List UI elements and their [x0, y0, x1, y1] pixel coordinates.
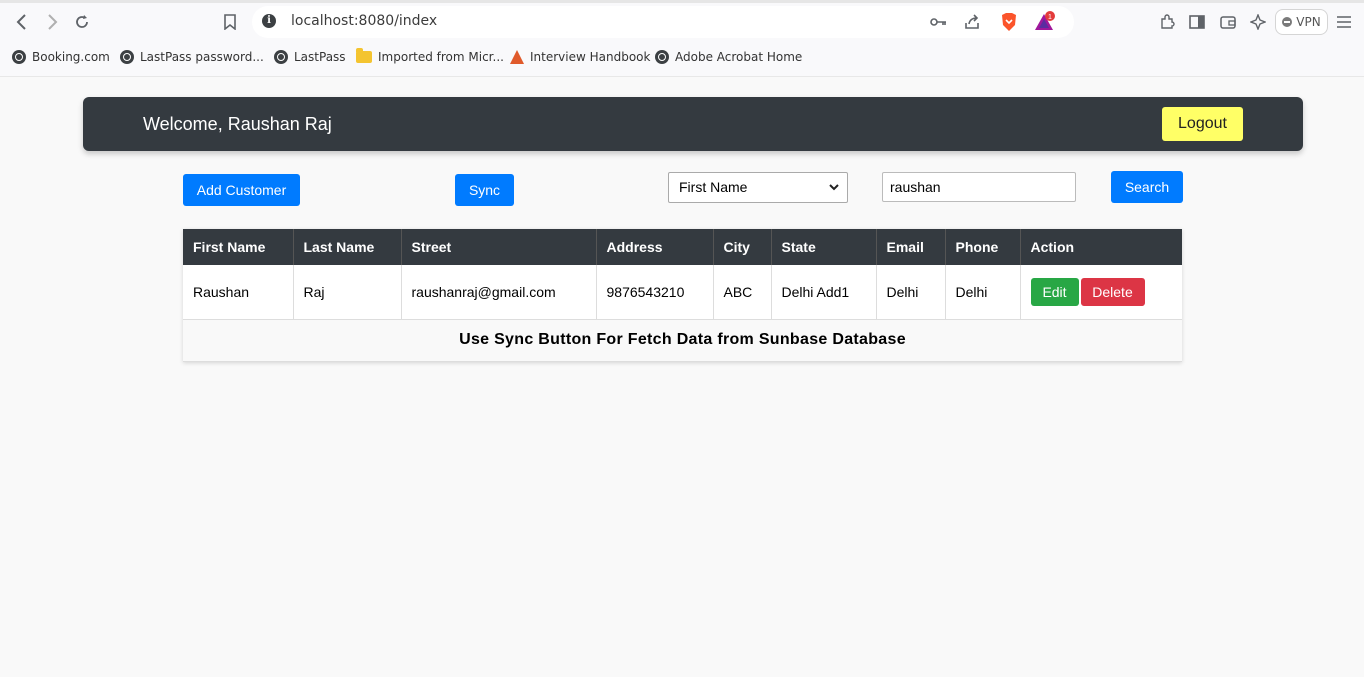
bookmark-label: Adobe Acrobat Home	[675, 50, 803, 64]
search-button[interactable]: Search	[1111, 171, 1183, 203]
back-icon[interactable]	[12, 12, 32, 32]
bookmark-label: Interview Handbook	[530, 50, 651, 64]
table-row: Raushan Raj raushanraj@gmail.com 9876543…	[183, 265, 1182, 320]
notification-count: 1	[1048, 14, 1052, 21]
bookmark-imported-folder[interactable]: Imported from Micr...	[356, 48, 504, 64]
wallet-icon[interactable]	[1218, 12, 1238, 32]
vpn-button[interactable]: VPN	[1275, 9, 1328, 35]
handbook-icon	[510, 50, 524, 64]
folder-icon	[356, 48, 372, 63]
sync-hint: Use Sync Button For Fetch Data from Sunb…	[183, 319, 1182, 362]
table-cell: Raushan	[183, 265, 294, 320]
table-cell: raushanraj@gmail.com	[401, 265, 597, 320]
table-cell: 9876543210	[596, 265, 714, 320]
edit-button[interactable]: Edit	[1030, 277, 1079, 306]
chevron-down-icon	[829, 173, 839, 202]
delete-button[interactable]: Delete	[1080, 277, 1145, 306]
site-info-icon[interactable]: i	[262, 14, 276, 28]
forward-icon[interactable]	[42, 12, 62, 32]
column-header: Last Name	[293, 229, 402, 265]
menu-icon[interactable]	[1334, 12, 1354, 32]
logout-button[interactable]: Logout	[1162, 107, 1243, 141]
globe-icon	[12, 50, 26, 64]
vpn-icon	[1282, 17, 1293, 27]
sidebar-icon[interactable]	[1187, 12, 1207, 32]
bookmark-lastpass-password[interactable]: LastPass password...	[120, 50, 264, 64]
column-header: Action	[1020, 229, 1182, 265]
share-icon[interactable]	[962, 12, 982, 32]
reload-icon[interactable]	[72, 12, 92, 32]
bookmark-label: LastPass	[294, 50, 346, 64]
bookmark-booking[interactable]: Booking.com	[12, 50, 110, 64]
bookmark-label: Booking.com	[32, 50, 110, 64]
key-icon[interactable]	[929, 12, 949, 32]
globe-icon	[120, 50, 134, 64]
extensions-icon[interactable]	[1157, 12, 1177, 32]
table-footer-row: Use Sync Button For Fetch Data from Sunb…	[183, 319, 1182, 362]
search-input[interactable]	[882, 172, 1076, 202]
search-field-selected: First Name	[679, 179, 748, 195]
table-cell: Raj	[293, 265, 402, 320]
brave-shield-icon[interactable]	[998, 11, 1020, 33]
bookmark-lastpass[interactable]: LastPass	[274, 50, 346, 64]
table-cell: Delhi	[945, 265, 1021, 320]
rewards-icon[interactable]: 1	[1032, 10, 1056, 34]
table-cell: ABC	[713, 265, 772, 320]
bookmark-adobe-acrobat[interactable]: Adobe Acrobat Home	[655, 50, 802, 64]
globe-icon	[655, 50, 669, 64]
vpn-label: VPN	[1296, 15, 1321, 29]
globe-icon	[274, 50, 288, 64]
bookmark-interview-handbook[interactable]: Interview Handbook	[510, 50, 650, 64]
url-text[interactable]: localhost:8080/index	[291, 13, 437, 29]
action-cell: Edit Delete	[1020, 265, 1182, 320]
add-customer-button[interactable]: Add Customer	[183, 174, 300, 206]
column-header: Phone	[945, 229, 1021, 265]
table-cell: Delhi Add1	[771, 265, 877, 320]
sync-button[interactable]: Sync	[455, 174, 514, 206]
bookmark-label: LastPass password...	[140, 50, 264, 64]
search-field-select[interactable]: First Name	[668, 172, 848, 203]
column-header: Street	[401, 229, 597, 265]
customer-table: First Name Last Name Street Address City…	[183, 229, 1182, 362]
column-header: City	[713, 229, 772, 265]
welcome-message: Welcome, Raushan Raj	[143, 114, 332, 134]
column-header: First Name	[183, 229, 294, 265]
app-navbar: Welcome, Raushan Raj Logout	[83, 97, 1303, 151]
table-cell: Delhi	[876, 265, 946, 320]
column-header: Email	[876, 229, 946, 265]
leo-ai-icon[interactable]	[1248, 12, 1268, 32]
column-header: Address	[596, 229, 714, 265]
bookmark-label: Imported from Micr...	[378, 50, 504, 64]
bookmark-icon[interactable]	[220, 12, 240, 32]
table-header-row: First Name Last Name Street Address City…	[183, 229, 1182, 265]
column-header: State	[771, 229, 877, 265]
